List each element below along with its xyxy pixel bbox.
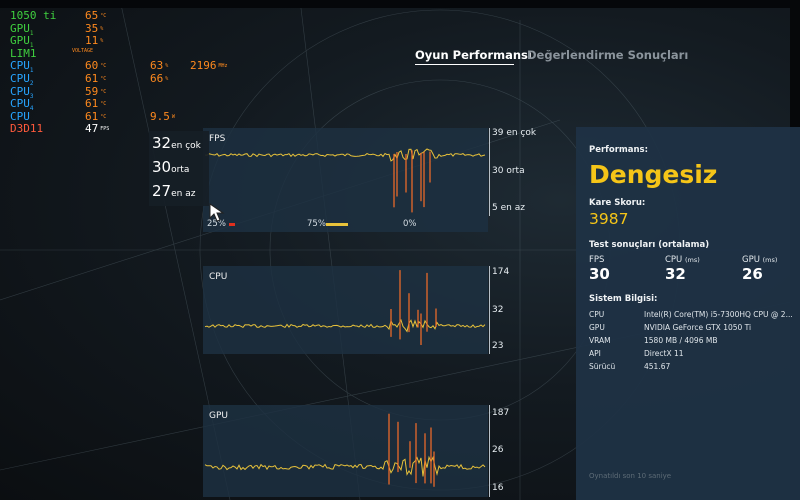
mouse-cursor-icon bbox=[209, 203, 225, 222]
osd-value: 2196 MHz bbox=[190, 59, 228, 73]
cpu-axis-bottom: 23 bbox=[492, 341, 504, 351]
percentile-75-label: 75% bbox=[307, 219, 326, 229]
score-value: 3987 bbox=[589, 210, 629, 228]
gpu-result-value: 26 bbox=[742, 265, 763, 283]
fps-axis-line bbox=[489, 128, 490, 216]
top-bar bbox=[0, 0, 800, 8]
cpu-spikes bbox=[390, 270, 437, 345]
gpu-chart-panel: GPU bbox=[203, 405, 488, 497]
cpu-series-line bbox=[204, 318, 486, 333]
fps-result-value: 30 bbox=[589, 265, 610, 283]
osd-value: 9.5 W bbox=[150, 109, 175, 123]
gpu-graph bbox=[204, 413, 486, 487]
info-value-gpu: NVIDIA GeForce GTX 1050 Ti bbox=[644, 323, 752, 332]
results-panel: Performans: Dengesiz Kare Skoru: 3987 Te… bbox=[576, 127, 800, 500]
active-tab-indicator bbox=[415, 64, 514, 65]
fps-result-label: FPS bbox=[589, 255, 605, 265]
cpu-axis-line bbox=[489, 266, 490, 354]
gpu-series-line bbox=[204, 455, 486, 477]
osd-label: D3D11 bbox=[10, 122, 44, 136]
fps-axis-top: 39 en çok bbox=[492, 128, 537, 138]
system-info-label: Sistem Bilgisi: bbox=[589, 294, 658, 304]
score-label: Kare Skoru: bbox=[589, 198, 646, 208]
info-label-driver: Sürücü bbox=[589, 362, 616, 371]
gpu-axis-mid: 26 bbox=[492, 445, 504, 455]
info-value-driver: 451.67 bbox=[644, 362, 671, 371]
fps-axis-bottom: 5 en az bbox=[492, 203, 525, 213]
fps-max-stat: 32en çok bbox=[152, 134, 201, 152]
gpu-result-label: GPU (ms) bbox=[742, 255, 778, 265]
fps-series-line bbox=[204, 148, 486, 162]
gpu-axis-bottom: 16 bbox=[492, 483, 504, 493]
gpu-spikes bbox=[388, 413, 435, 487]
footer-note: Oynatıldı son 10 saniye bbox=[589, 472, 672, 480]
osd-label: 1050 ti bbox=[10, 9, 57, 22]
cpu-axis-top: 174 bbox=[492, 267, 510, 277]
info-label-api: API bbox=[589, 349, 601, 358]
tab-evaluation-results[interactable]: Değerlendirme Sonuçları bbox=[527, 48, 688, 62]
osd-value: 47 FPS bbox=[85, 122, 110, 136]
info-value-cpu: Intel(R) Core(TM) i5-7300HQ CPU @ 2... bbox=[644, 310, 793, 319]
fps-axis-mid: 30 orta bbox=[492, 166, 525, 176]
cpu-axis-mid: 32 bbox=[492, 305, 504, 315]
cpu-result-value: 32 bbox=[665, 265, 686, 283]
percentile-75-bar bbox=[326, 223, 348, 226]
fps-avg-stat: 30orta bbox=[152, 158, 190, 176]
info-label-gpu: GPU bbox=[589, 323, 605, 332]
fps-stats-box: 32en çok 30orta 27en az bbox=[149, 131, 209, 206]
osd-value: 66% bbox=[150, 71, 169, 85]
performance-label: Performans: bbox=[589, 145, 649, 155]
performance-value: Dengesiz bbox=[589, 160, 718, 189]
cpu-graph bbox=[204, 270, 486, 345]
info-label-vram: VRAM bbox=[589, 336, 611, 345]
percentile-0-label: 0% bbox=[403, 219, 417, 229]
gpu-axis-line bbox=[489, 405, 490, 497]
tab-game-performance[interactable]: Oyun Performansı bbox=[415, 48, 532, 62]
info-value-vram: 1580 MB / 4096 MB bbox=[644, 336, 718, 345]
voltage-label: VOLTAGE bbox=[72, 47, 94, 54]
cpu-result-label: CPU (ms) bbox=[665, 255, 700, 265]
info-value-api: DirectX 11 bbox=[644, 349, 684, 358]
fps-min-stat: 27en az bbox=[152, 182, 196, 200]
fps-chart-panel: FPS 25% 75% 0% bbox=[203, 128, 488, 232]
percentile-25-bar bbox=[229, 223, 235, 226]
fps-spikes bbox=[393, 150, 431, 213]
fps-graph bbox=[204, 148, 486, 213]
info-label-cpu: CPU bbox=[589, 310, 605, 319]
test-results-label: Test sonuçları (ortalama) bbox=[589, 240, 710, 250]
cpu-chart-panel: CPU bbox=[203, 266, 488, 354]
gpu-axis-top: 187 bbox=[492, 408, 510, 418]
